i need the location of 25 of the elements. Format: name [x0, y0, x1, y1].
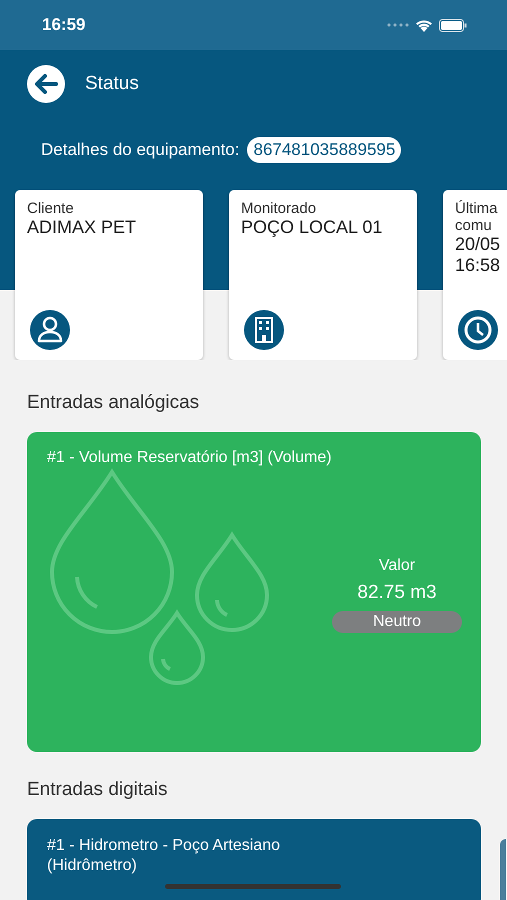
card-value: ADIMAX PET — [27, 217, 138, 238]
card-value: 20/05 16:58 — [455, 234, 502, 276]
signal-icon — [387, 23, 409, 27]
section-title: Entradas digitais — [26, 778, 168, 802]
input-name: #1 - Volume Reservatório [m3] (Volume) — [47, 449, 333, 467]
back-icon[interactable] — [27, 65, 65, 103]
status-badge: Neutro — [332, 611, 462, 633]
status-time: 16:59 — [42, 15, 86, 35]
page-title: Status — [85, 73, 139, 95]
equipment-id-badge: 867481035889595 — [247, 137, 402, 163]
wifi-icon — [415, 18, 433, 32]
clock-icon — [455, 310, 501, 350]
section-title: Entradas analógicas — [26, 391, 200, 415]
value-label: Valor — [378, 557, 416, 575]
card-label: Monitorado — [241, 200, 318, 217]
input-name: #1 - Hidrometro - Poço Artesiano (Hidrômetro) — [47, 836, 281, 876]
building-icon — [241, 310, 287, 350]
card-label: Última comu — [455, 200, 499, 234]
value-reading: 82.75 m3 — [357, 582, 437, 604]
card-label: Cliente — [27, 200, 75, 217]
card-value: POÇO LOCAL 01 — [241, 217, 384, 238]
person-icon — [27, 310, 73, 350]
next-card-edge — [500, 839, 506, 900]
battery-icon — [439, 18, 467, 32]
equipment-label: Detalhes do equipamento: — [41, 140, 240, 160]
